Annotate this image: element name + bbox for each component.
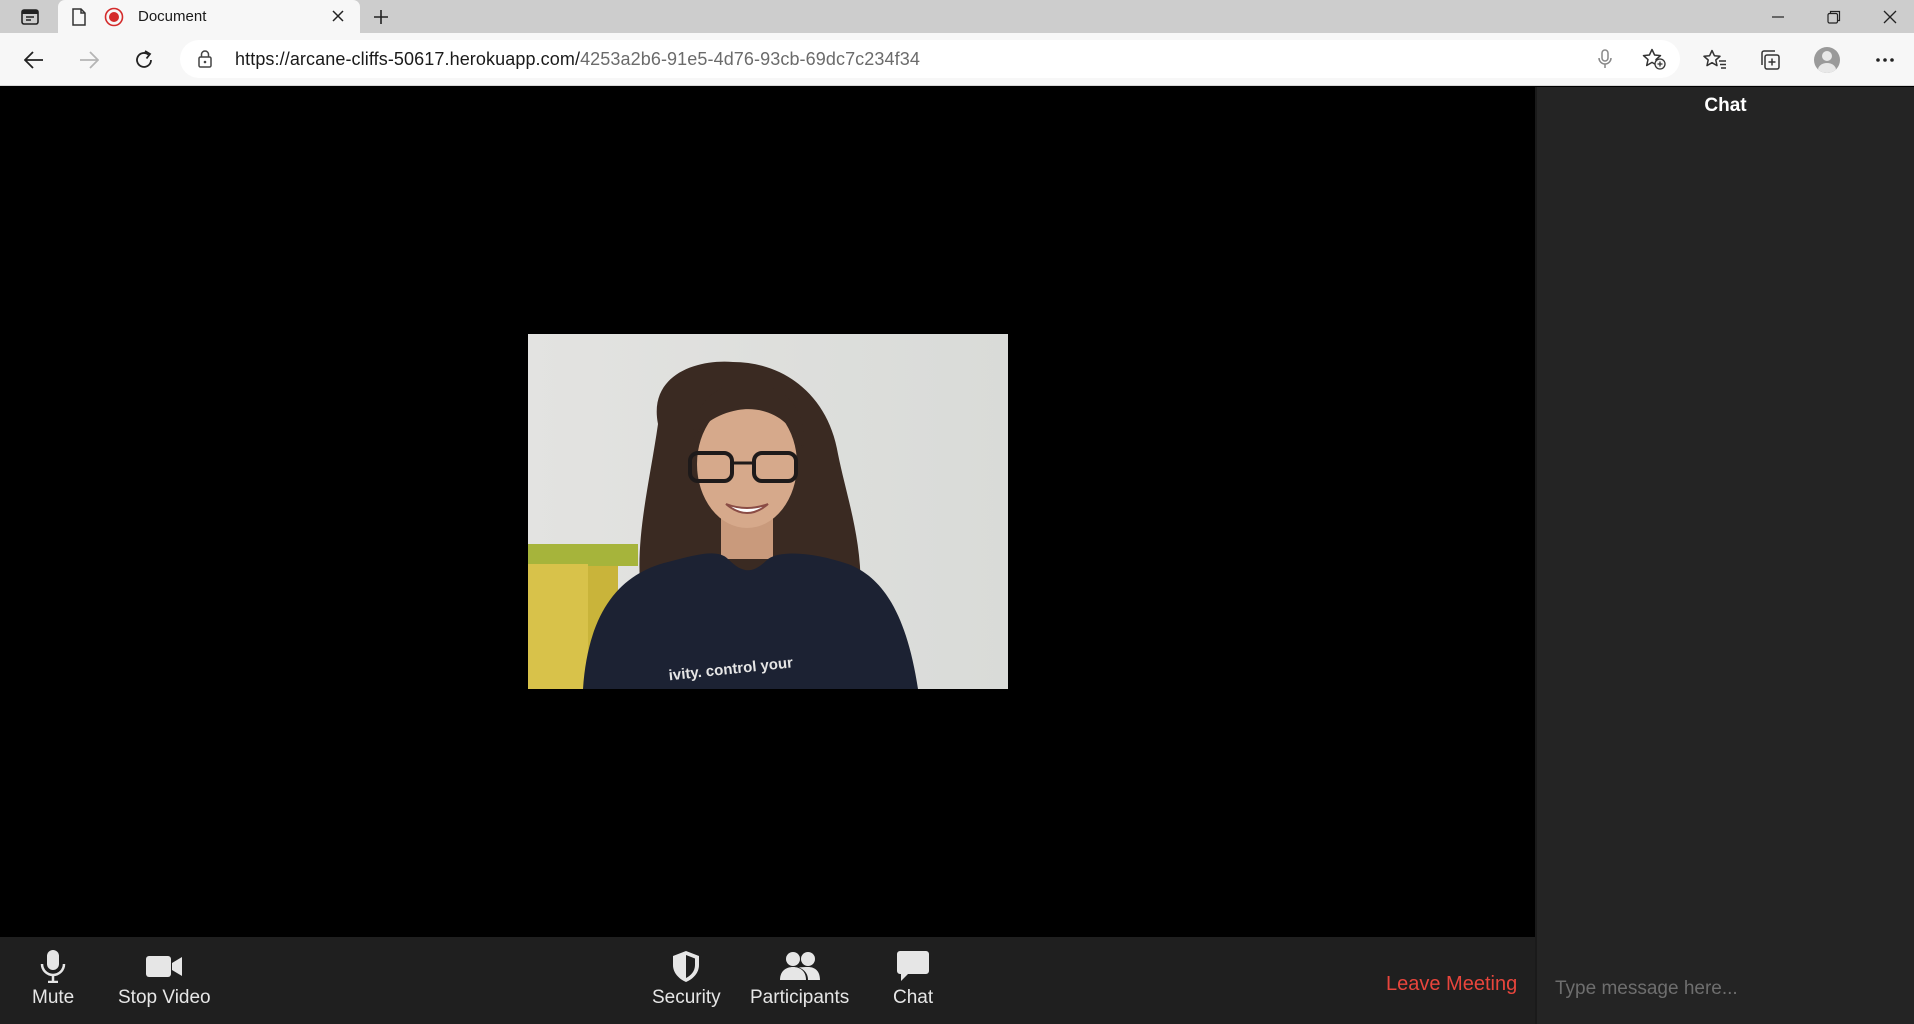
back-button[interactable] xyxy=(17,43,51,77)
mute-button[interactable]: Mute xyxy=(32,949,74,1009)
address-bar[interactable]: https://arcane-cliffs-50617.herokuapp.co… xyxy=(180,40,1680,78)
restore-button[interactable] xyxy=(1806,0,1862,33)
refresh-icon xyxy=(136,50,152,68)
refresh-button[interactable] xyxy=(127,43,161,77)
plus-icon xyxy=(374,10,388,24)
chat-panel: Chat xyxy=(1535,87,1914,1024)
stop-video-button[interactable]: Stop Video xyxy=(118,949,211,1009)
url-text: https://arcane-cliffs-50617.herokuapp.co… xyxy=(235,49,920,70)
restore-icon xyxy=(1827,10,1841,24)
chat-title: Chat xyxy=(1704,95,1747,116)
add-favorite-icon[interactable] xyxy=(1642,48,1666,70)
forward-button[interactable] xyxy=(72,43,106,77)
chat-bubble-icon xyxy=(897,951,930,981)
collections-icon xyxy=(1761,50,1780,70)
recording-icon xyxy=(104,7,124,27)
browser-tab-document[interactable]: Document xyxy=(58,0,360,33)
tab-title: Document xyxy=(138,8,207,25)
mute-label: Mute xyxy=(32,987,75,1008)
close-window-button[interactable] xyxy=(1862,0,1914,33)
chat-message-input[interactable] xyxy=(1555,972,1895,1006)
arrow-right-icon xyxy=(80,51,99,69)
video-camera-icon xyxy=(146,956,183,977)
url-host: https://arcane-cliffs-50617.herokuapp.co… xyxy=(235,49,581,69)
profile-button[interactable] xyxy=(1810,43,1844,77)
collections-button[interactable] xyxy=(1753,43,1787,77)
participants-icon xyxy=(779,952,820,980)
close-window-icon xyxy=(1883,10,1897,23)
shield-icon xyxy=(673,951,700,982)
security-label: Security xyxy=(652,987,721,1008)
close-icon xyxy=(332,10,344,22)
chat-button[interactable]: Chat xyxy=(893,949,933,1009)
more-icon xyxy=(1876,58,1894,62)
microphone-icon[interactable] xyxy=(1598,49,1612,69)
chat-label: Chat xyxy=(893,987,934,1008)
browser-tab-bar: Document xyxy=(0,0,1914,33)
favorites-icon xyxy=(1703,49,1726,69)
avatar xyxy=(1814,47,1840,73)
tab-actions-icon xyxy=(21,9,39,25)
arrow-left-icon xyxy=(24,51,43,69)
leave-meeting-button[interactable]: Leave Meeting xyxy=(1386,973,1517,996)
stop-video-label: Stop Video xyxy=(118,987,211,1008)
tab-close-button[interactable] xyxy=(328,6,348,26)
participant-video: ivity. control your xyxy=(528,334,1008,689)
minimize-button[interactable] xyxy=(1750,0,1806,33)
microphone-icon xyxy=(40,950,66,983)
meeting-controls-bar: Mute Stop Video Security Participants Ch… xyxy=(0,937,1535,1024)
minimize-icon xyxy=(1772,15,1784,18)
security-button[interactable]: Security xyxy=(652,949,721,1009)
browser-toolbar: https://arcane-cliffs-50617.herokuapp.co… xyxy=(0,33,1914,86)
participant-video-frame: ivity. control your xyxy=(528,334,1008,689)
tab-actions-button[interactable] xyxy=(10,4,50,30)
favorites-button[interactable] xyxy=(1698,43,1732,77)
participants-label: Participants xyxy=(750,987,850,1008)
page-icon xyxy=(72,8,86,26)
more-menu-button[interactable] xyxy=(1868,43,1902,77)
url-path: 4253a2b6-91e5-4d76-93cb-69dc7c234f34 xyxy=(580,49,920,69)
new-tab-button[interactable] xyxy=(368,4,394,30)
video-stage: ivity. control your xyxy=(0,87,1535,937)
lock-icon xyxy=(198,50,212,68)
participants-button[interactable]: Participants xyxy=(750,949,849,1009)
